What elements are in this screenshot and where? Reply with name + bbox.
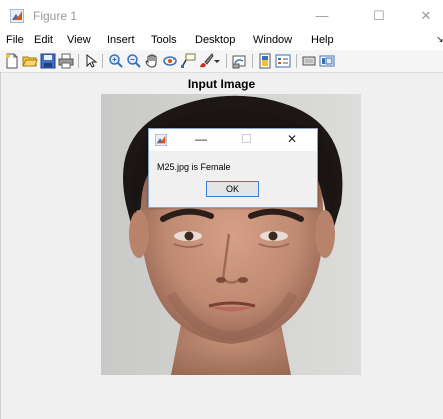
menu-bar: File Edit View Insert Tools Desktop Wind… <box>0 32 443 50</box>
print-icon[interactable] <box>58 53 74 69</box>
figure-left-border <box>0 72 1 419</box>
window-title-bar: Figure 1 — ☐ ✕ <box>0 0 443 32</box>
menu-view[interactable]: View <box>67 34 91 46</box>
message-dialog: — ☐ ✕ M25.jpg is Female OK <box>148 128 318 208</box>
show-plot-tools-icon[interactable] <box>319 53 335 69</box>
menu-tools[interactable]: Tools <box>151 34 177 46</box>
zoom-out-icon[interactable] <box>126 53 142 69</box>
menu-help[interactable]: Help <box>311 34 334 46</box>
pan-hand-icon[interactable] <box>144 53 160 69</box>
toolbar-separator <box>102 54 103 68</box>
data-cursor-icon[interactable] <box>180 53 196 69</box>
matlab-icon <box>155 134 167 146</box>
toolbar-separator <box>252 54 253 68</box>
menu-desktop[interactable]: Desktop <box>195 34 235 46</box>
dialog-close-button[interactable]: ✕ <box>287 132 297 146</box>
rotate-3d-icon[interactable] <box>162 53 178 69</box>
ok-button[interactable]: OK <box>206 181 259 197</box>
dialog-title-bar: — ☐ ✕ <box>149 129 317 151</box>
colorbar-icon[interactable] <box>257 53 273 69</box>
matlab-icon <box>10 9 24 23</box>
toolbar-separator <box>226 54 227 68</box>
dialog-message: M25.jpg is Female <box>157 162 231 172</box>
new-figure-icon[interactable] <box>4 53 20 69</box>
menu-file[interactable]: File <box>6 34 24 46</box>
select-arrow-icon[interactable] <box>83 53 99 69</box>
brush-icon[interactable] <box>198 53 214 69</box>
menu-insert[interactable]: Insert <box>107 34 135 46</box>
legend-icon[interactable] <box>275 53 291 69</box>
hide-plot-tools-icon[interactable] <box>301 53 317 69</box>
dialog-maximize-button[interactable]: ☐ <box>241 132 252 146</box>
minimize-button[interactable]: — <box>309 5 335 27</box>
window-title: Figure 1 <box>33 9 78 23</box>
menu-window[interactable]: Window <box>253 34 292 46</box>
figure-toolbar <box>0 50 443 73</box>
zoom-in-icon[interactable] <box>108 53 124 69</box>
open-file-icon[interactable] <box>22 53 38 69</box>
menu-edit[interactable]: Edit <box>34 34 53 46</box>
toolbar-separator <box>78 54 79 68</box>
maximize-button[interactable]: ☐ <box>366 5 392 27</box>
dialog-minimize-button[interactable]: — <box>195 132 207 146</box>
axes-title: Input Image <box>187 77 256 91</box>
toolbar-separator <box>296 54 297 68</box>
menu-overflow-arrow[interactable]: ↘ <box>436 34 443 45</box>
save-icon[interactable] <box>40 53 56 69</box>
close-button[interactable]: ✕ <box>413 5 439 27</box>
brush-dropdown-icon[interactable] <box>213 53 221 69</box>
link-plot-icon[interactable] <box>231 53 247 69</box>
